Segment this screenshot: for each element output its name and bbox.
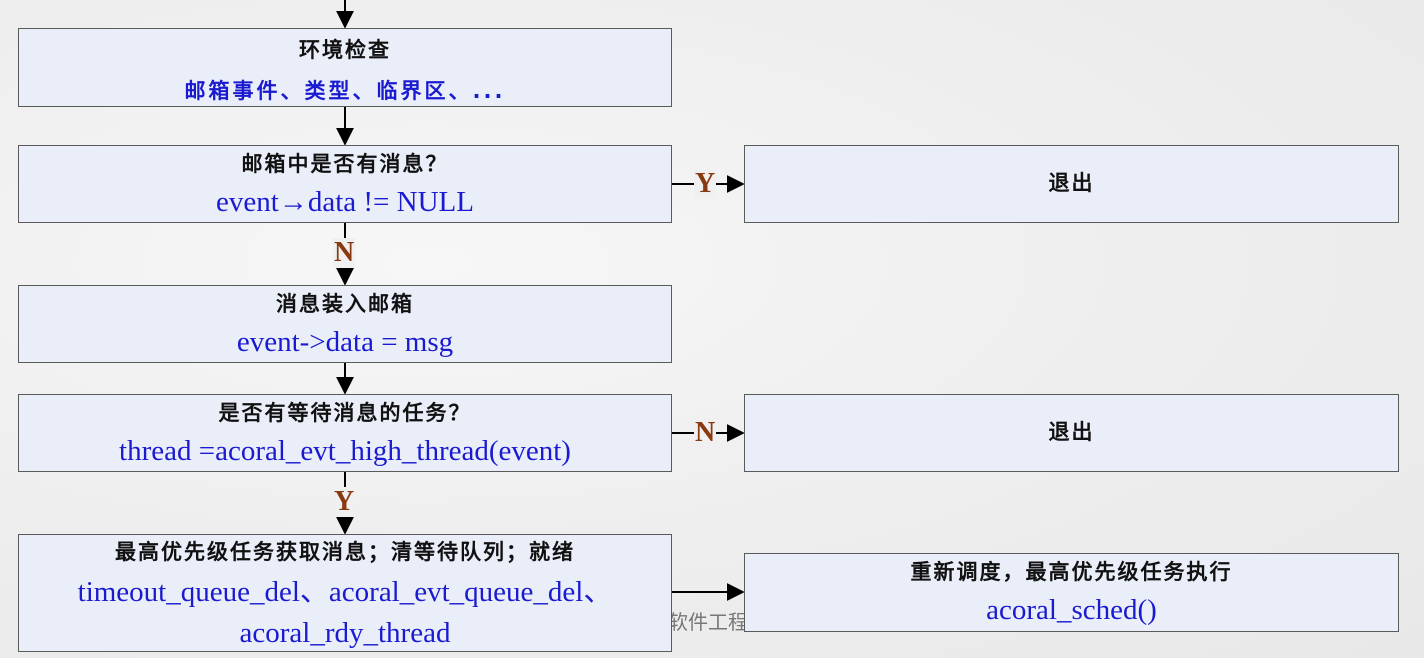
mailbox-has-message-box: 邮箱中是否有消息？ event→data != NULL [18,145,672,223]
mailbox-has-message-code: event→data != NULL [216,186,474,218]
waiting-task-box: 是否有等待消息的任务？ thread =acoral_evt_high_thre… [18,394,672,472]
highest-priority-get-code-2: acoral_rdy_thread [239,617,451,649]
reschedule-title: 重新调度，最高优先级任务执行 [910,560,1233,584]
highest-priority-get-code-1: timeout_queue_del、acoral_evt_queue_del、 [77,576,613,608]
exit-box-2-label: 退出 [1048,420,1095,444]
highest-priority-get-title: 最高优先级任务获取消息；清等待队列；就绪 [115,540,575,564]
label-y-waiting: Y [333,486,356,517]
load-message-title: 消息装入邮箱 [276,292,414,316]
env-check-title: 环境检查 [299,38,391,62]
label-n-waiting: N [694,417,717,448]
env-check-box: 环境检查 邮箱事件、类型、临界区、... [18,28,672,107]
reschedule-code: acoral_sched() [986,594,1157,626]
highest-priority-get-box: 最高优先级任务获取消息；清等待队列；就绪 timeout_queue_del、a… [18,534,672,652]
exit-box-1-label: 退出 [1048,171,1095,195]
exit-box-1: 退出 [744,145,1399,223]
mailbox-has-message-title: 邮箱中是否有消息？ [241,152,449,176]
waiting-task-code: thread =acoral_evt_high_thread(event) [119,435,571,467]
exit-box-2: 退出 [744,394,1399,472]
waiting-task-title: 是否有等待消息的任务？ [218,401,472,425]
label-n-mailbox: N [333,237,356,268]
label-y-mailbox: Y [694,168,717,199]
load-message-box: 消息装入邮箱 event->data = msg [18,285,672,363]
env-check-detail: 邮箱事件、类型、临界区、... [184,79,506,103]
reschedule-box: 重新调度，最高优先级任务执行 acoral_sched() [744,553,1399,632]
load-message-code: event->data = msg [236,326,454,358]
